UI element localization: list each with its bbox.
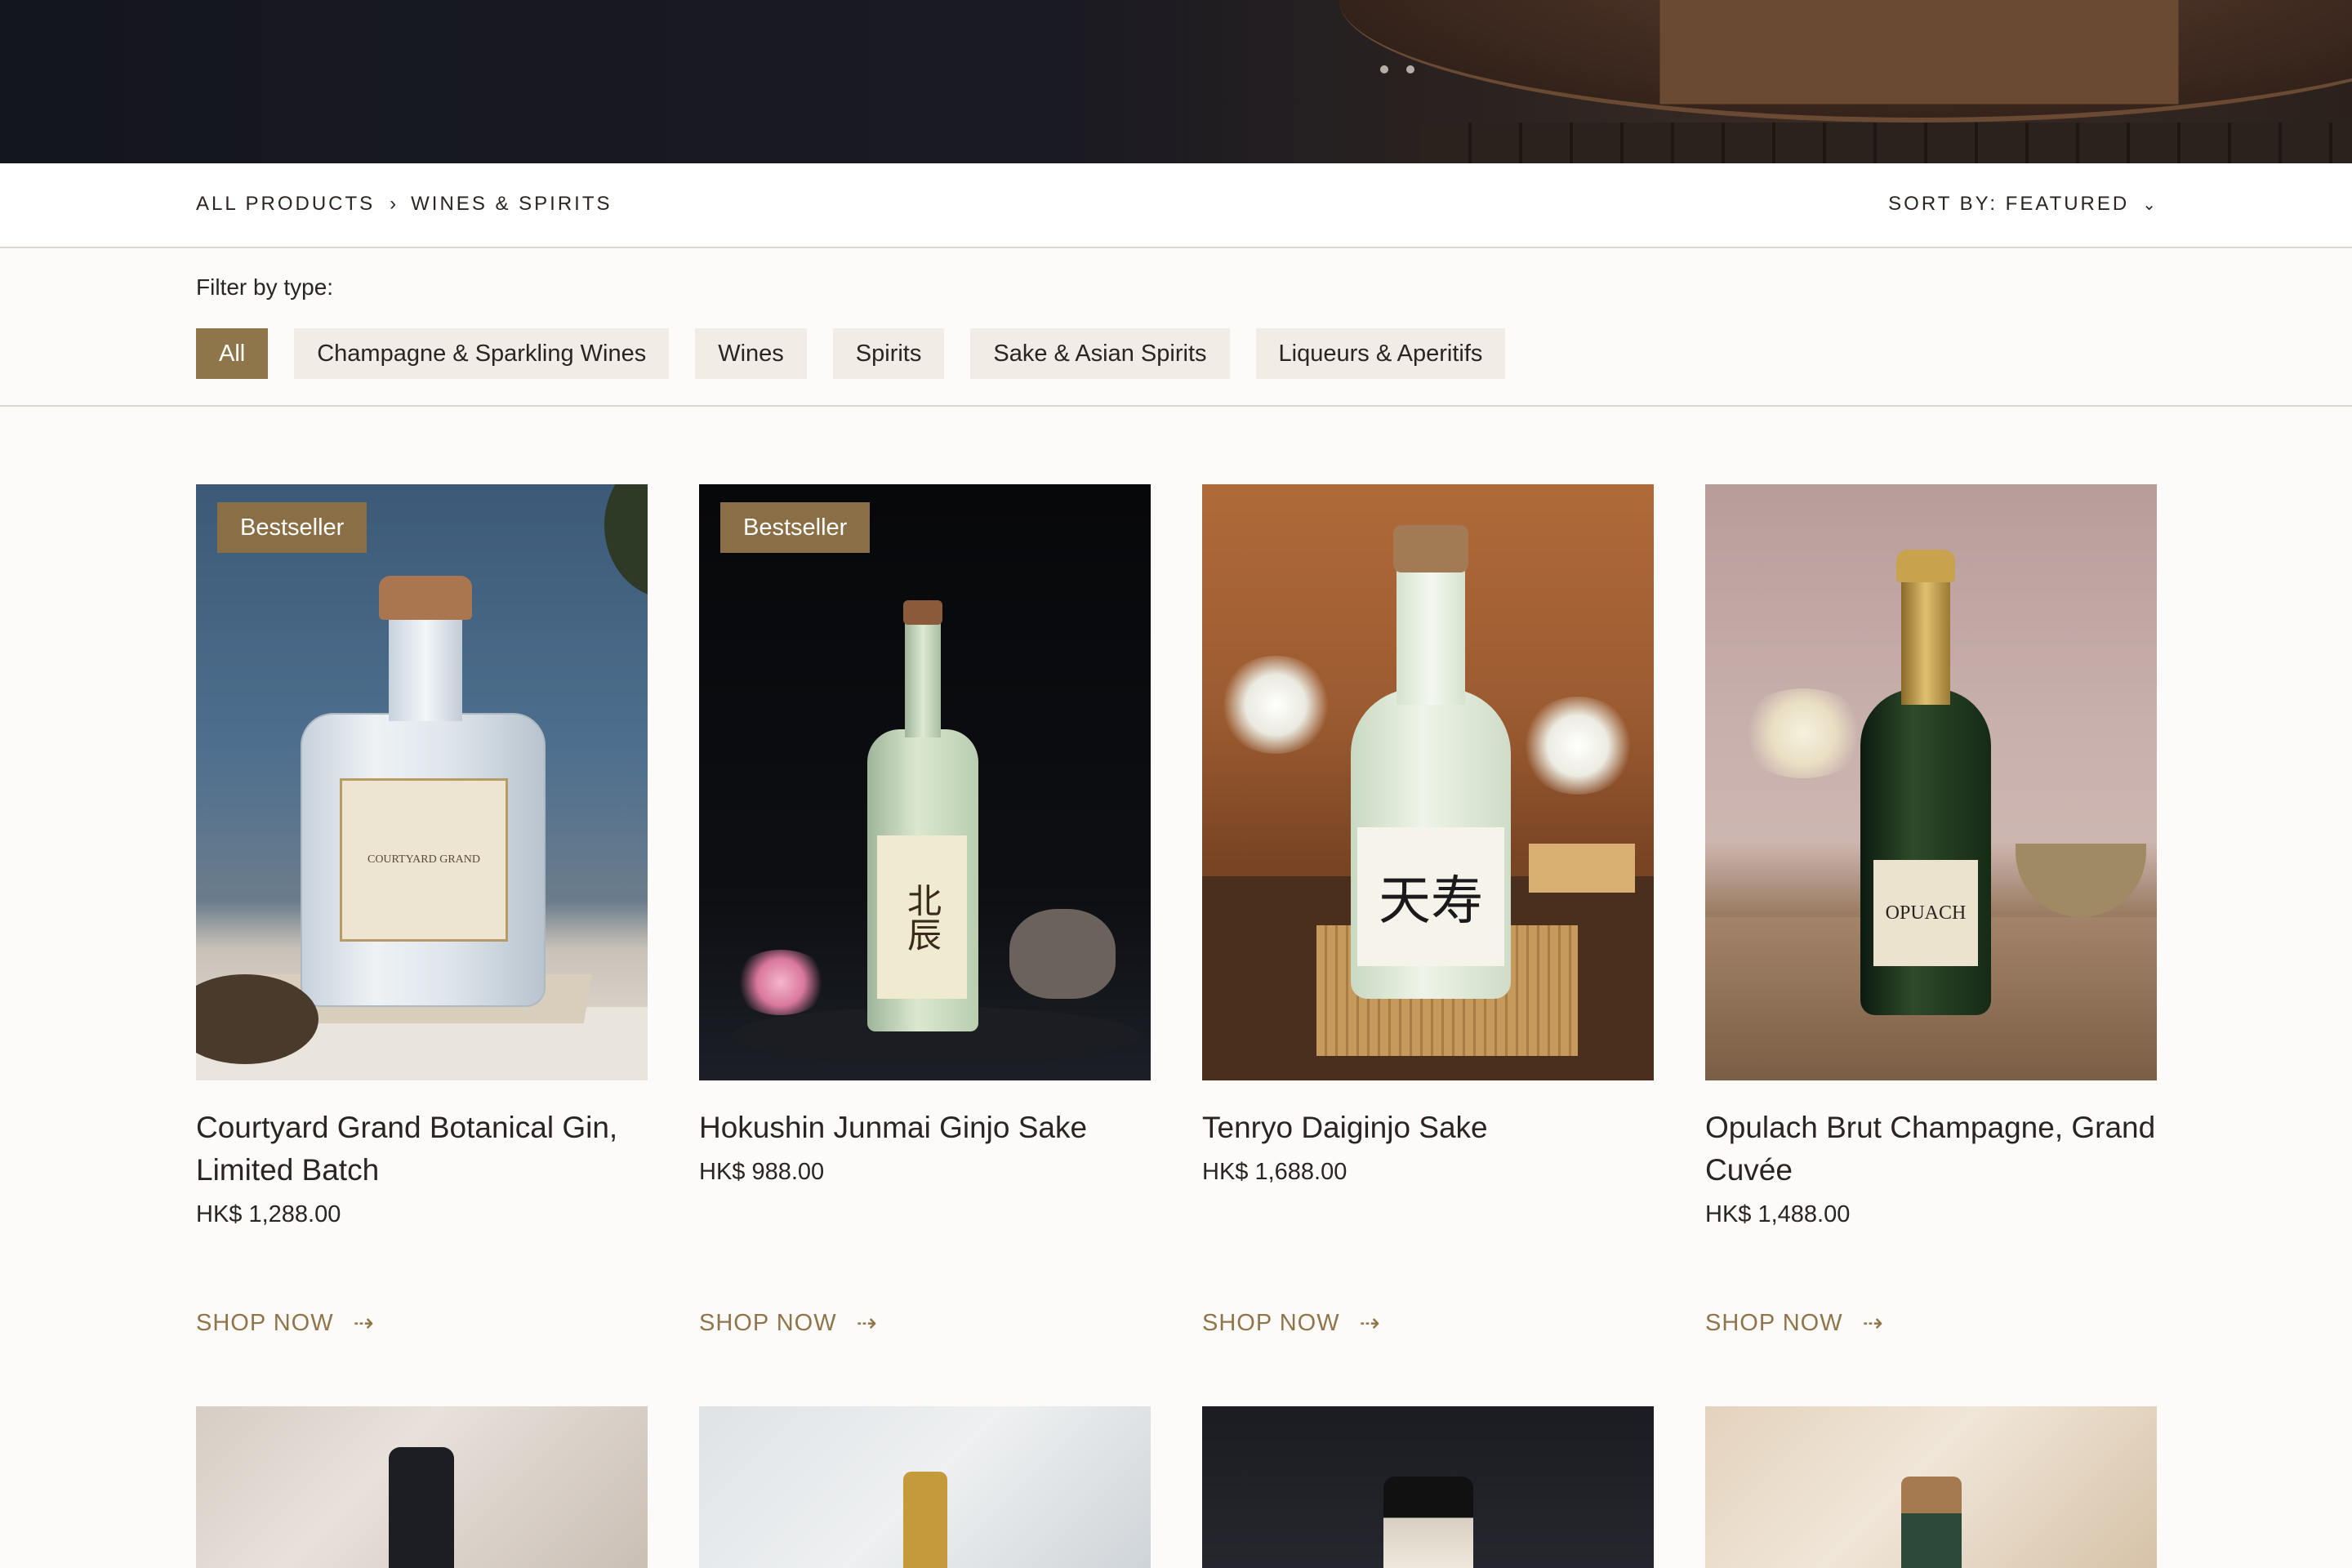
filter-label: Filter by type:	[196, 274, 334, 300]
product-card[interactable]: 天寿 Tenryo Daiginjo Sake HK$ 1,688.00 SHO…	[1202, 484, 1654, 1337]
shop-now-label: SHOP NOW	[1202, 1310, 1340, 1336]
gin-cork	[379, 576, 472, 620]
shop-now-label: SHOP NOW	[1705, 1310, 1843, 1336]
sake-neck	[905, 607, 941, 737]
bottle-top	[1383, 1477, 1473, 1568]
flower	[1521, 697, 1635, 795]
product-image[interactable]	[1202, 1406, 1654, 1568]
champagne-label: OPUACH	[1873, 860, 1978, 966]
product-image[interactable]	[196, 1406, 648, 1568]
gin-label: COURTYARD GRAND	[340, 778, 508, 942]
product-image[interactable]: COURTYARD GRAND Bestseller	[196, 484, 648, 1080]
sake-label: 天寿	[1357, 827, 1504, 966]
gin-label-text: COURTYARD GRAND	[367, 853, 480, 866]
arrow-right-icon: ⇢	[1359, 1310, 1380, 1337]
serving-tray	[1529, 844, 1635, 893]
arrow-right-icon: ⇢	[1862, 1310, 1883, 1337]
filter-chip-all[interactable]: All	[196, 328, 269, 379]
hero-banner	[0, 0, 2352, 163]
sort-label: SORT BY: FEATURED	[1888, 193, 2130, 215]
barrel-rivet	[1380, 65, 1388, 74]
filter-chip-sake[interactable]: Sake & Asian Spirits	[970, 328, 1230, 379]
product-name[interactable]: Opulach Brut Champagne, Grand Cuvée	[1705, 1107, 2157, 1192]
flower	[1738, 688, 1869, 778]
shop-now-link[interactable]: SHOP NOW ⇢	[1705, 1309, 1883, 1338]
arrow-right-icon: ⇢	[856, 1310, 877, 1337]
gin-neck	[389, 615, 462, 721]
silver-bowl	[2016, 844, 2146, 917]
sake-label-text: 北辰	[902, 883, 942, 951]
sort-dropdown[interactable]: SORT BY: FEATURED ⌄	[1888, 193, 2156, 216]
champagne-bottle	[1860, 688, 1991, 1015]
champagne-foil	[1896, 550, 1955, 582]
bottle-top	[903, 1472, 947, 1568]
product-price: HK$ 1,488.00	[1705, 1201, 1851, 1227]
product-image[interactable]: 天寿	[1202, 484, 1654, 1080]
arrow-right-icon: ⇢	[353, 1310, 374, 1337]
product-card[interactable]: COURTYARD GRAND Bestseller Courtyard Gra…	[196, 484, 648, 1337]
sake-cork	[1393, 525, 1468, 572]
ceramic-pot	[1009, 909, 1116, 999]
filter-chips: All Champagne & Sparkling Wines Wines Sp…	[196, 328, 1506, 379]
filter-bar: Filter by type: All Champagne & Sparklin…	[0, 248, 2352, 407]
product-image[interactable]	[1705, 1406, 2157, 1568]
breadcrumb-separator-icon: ›	[390, 193, 397, 215]
breadcrumb-current[interactable]: WINES & SPIRITS	[411, 193, 612, 216]
product-image[interactable]: 北辰 Bestseller	[699, 484, 1151, 1080]
product-image[interactable]	[699, 1406, 1151, 1568]
sake-label-text: 天寿	[1379, 871, 1483, 932]
product-card[interactable]: 北辰 Bestseller Hokushin Junmai Ginjo Sake…	[699, 484, 1151, 1337]
champagne-label-text: OPUACH	[1885, 902, 1967, 924]
bottle-top	[1901, 1477, 1962, 1568]
shop-now-link[interactable]: SHOP NOW ⇢	[699, 1309, 877, 1338]
filter-chip-wines[interactable]: Wines	[695, 328, 807, 379]
hero-barrel-staves	[1421, 122, 2352, 163]
filter-chip-champagne[interactable]: Champagne & Sparkling Wines	[294, 328, 670, 379]
filter-chip-spirits[interactable]: Spirits	[832, 328, 945, 379]
bestseller-badge: Bestseller	[217, 502, 368, 553]
chevron-down-icon: ⌄	[2142, 195, 2156, 214]
product-image[interactable]: OPUACH	[1705, 484, 2157, 1080]
product-name[interactable]: Hokushin Junmai Ginjo Sake	[699, 1107, 1151, 1149]
shop-now-link[interactable]: SHOP NOW ⇢	[196, 1309, 374, 1338]
product-card[interactable]: OPUACH Opulach Brut Champagne, Grand Cuv…	[1705, 484, 2157, 1337]
shop-now-link[interactable]: SHOP NOW ⇢	[1202, 1309, 1380, 1338]
sake-neck	[1396, 566, 1465, 705]
toolbar: ALL PRODUCTS › WINES & SPIRITS SORT BY: …	[0, 163, 2352, 248]
barrel-rivet	[1406, 65, 1414, 74]
shop-now-label: SHOP NOW	[196, 1310, 334, 1336]
bestseller-badge: Bestseller	[720, 502, 871, 553]
filter-chip-liqueurs[interactable]: Liqueurs & Aperitifs	[1255, 328, 1506, 379]
product-name[interactable]: Courtyard Grand Botanical Gin, Limited B…	[196, 1107, 648, 1192]
bottle-top	[389, 1447, 454, 1568]
flower	[1218, 656, 1333, 754]
shop-now-label: SHOP NOW	[699, 1310, 837, 1336]
product-name[interactable]: Tenryo Daiginjo Sake	[1202, 1107, 1654, 1149]
sake-label: 北辰	[877, 835, 967, 999]
leaf-decoration	[604, 484, 648, 599]
sake-cap	[903, 600, 942, 625]
hero-barrel-image	[1339, 0, 2352, 122]
breadcrumb-all-products[interactable]: ALL PRODUCTS	[196, 193, 375, 216]
breadcrumb: ALL PRODUCTS › WINES & SPIRITS	[196, 193, 612, 216]
product-price: HK$ 1,288.00	[196, 1201, 341, 1227]
product-price: HK$ 1,688.00	[1202, 1159, 1348, 1185]
blossom	[732, 950, 830, 1015]
product-price: HK$ 988.00	[699, 1159, 825, 1185]
